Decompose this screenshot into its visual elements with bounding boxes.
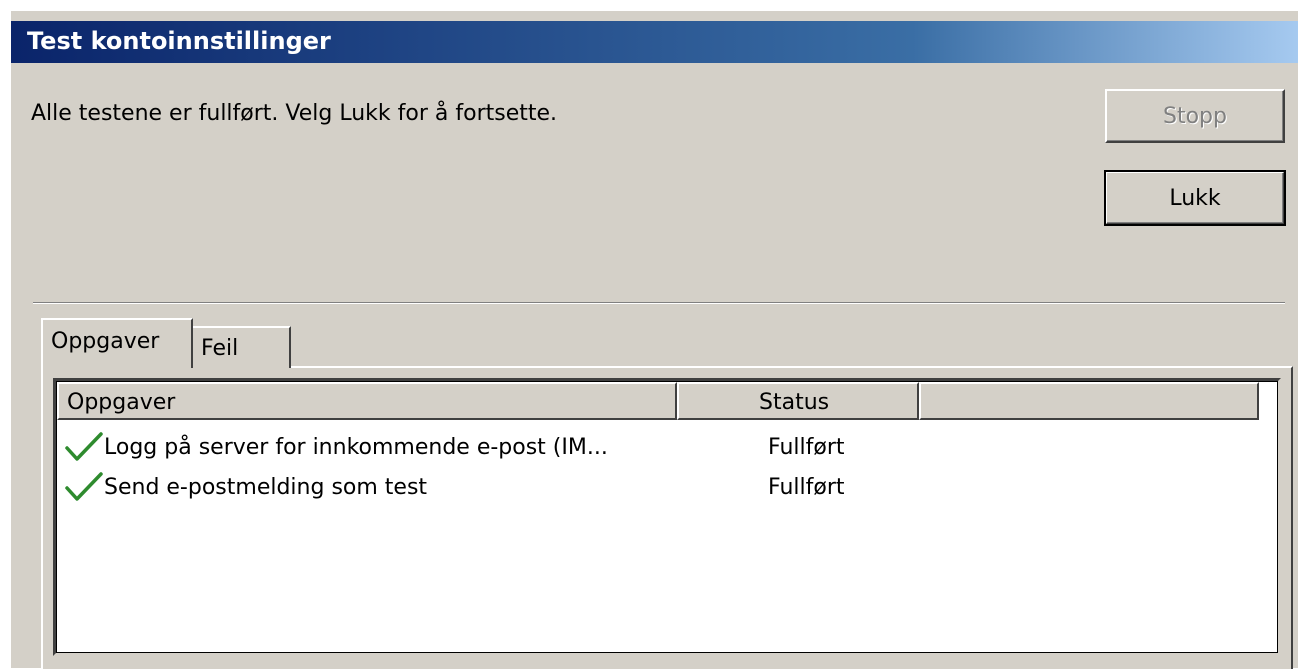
close-button[interactable]: Lukk	[1104, 170, 1286, 226]
row-task: Logg på server for innkommende e-post (I…	[104, 434, 608, 460]
tab-tasks[interactable]: Oppgaver	[41, 318, 193, 368]
tab-errors-label: Feil	[201, 336, 239, 361]
row-status: Fullført	[768, 474, 845, 500]
checkmark-icon	[64, 431, 104, 463]
row-task: Send e-postmelding som test	[104, 474, 428, 500]
status-message: Alle testene er fullført. Velg Lukk for …	[31, 101, 558, 126]
list-header: Oppgaver Status	[57, 382, 1259, 420]
table-row[interactable]: Send e-postmelding som test Fullført	[64, 469, 845, 505]
separator	[33, 302, 1285, 304]
column-header-tasks[interactable]: Oppgaver	[57, 382, 677, 420]
stop-button-label: Stopp	[1163, 103, 1227, 129]
window-title: Test kontoinnstillinger	[27, 27, 331, 55]
title-bar[interactable]: Test kontoinnstillinger	[11, 21, 1298, 63]
tab-tasks-label: Oppgaver	[51, 329, 160, 354]
dialog-window: Test kontoinnstillinger Alle testene er …	[10, 10, 1298, 669]
task-list[interactable]: Oppgaver Status Logg på server for innko…	[53, 378, 1281, 656]
column-header-status[interactable]: Status	[677, 382, 919, 420]
tab-errors[interactable]: Feil	[191, 326, 291, 368]
close-button-label: Lukk	[1169, 185, 1221, 211]
column-header-empty[interactable]	[919, 382, 1259, 420]
stop-button[interactable]: Stopp	[1105, 89, 1285, 143]
row-status: Fullført	[768, 434, 845, 460]
table-row[interactable]: Logg på server for innkommende e-post (I…	[64, 429, 845, 465]
checkmark-icon	[64, 471, 104, 503]
